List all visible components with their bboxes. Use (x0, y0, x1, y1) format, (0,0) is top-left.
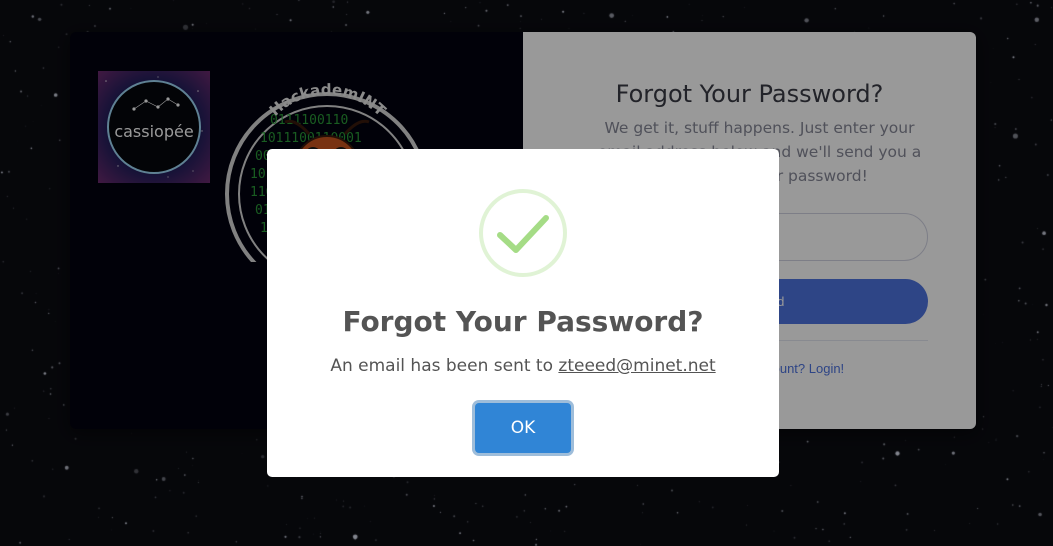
dialog-message: An email has been sent to zteeed@minet.n… (267, 356, 779, 376)
success-dialog: Forgot Your Password? An email has been … (267, 149, 779, 477)
dialog-title: Forgot Your Password? (342, 305, 704, 338)
ok-button[interactable]: OK (475, 403, 571, 453)
dialog-message-prefix: An email has been sent to (330, 356, 553, 376)
email-link[interactable]: zteeed@minet.net (558, 356, 715, 376)
success-checkmark-icon (479, 189, 567, 277)
